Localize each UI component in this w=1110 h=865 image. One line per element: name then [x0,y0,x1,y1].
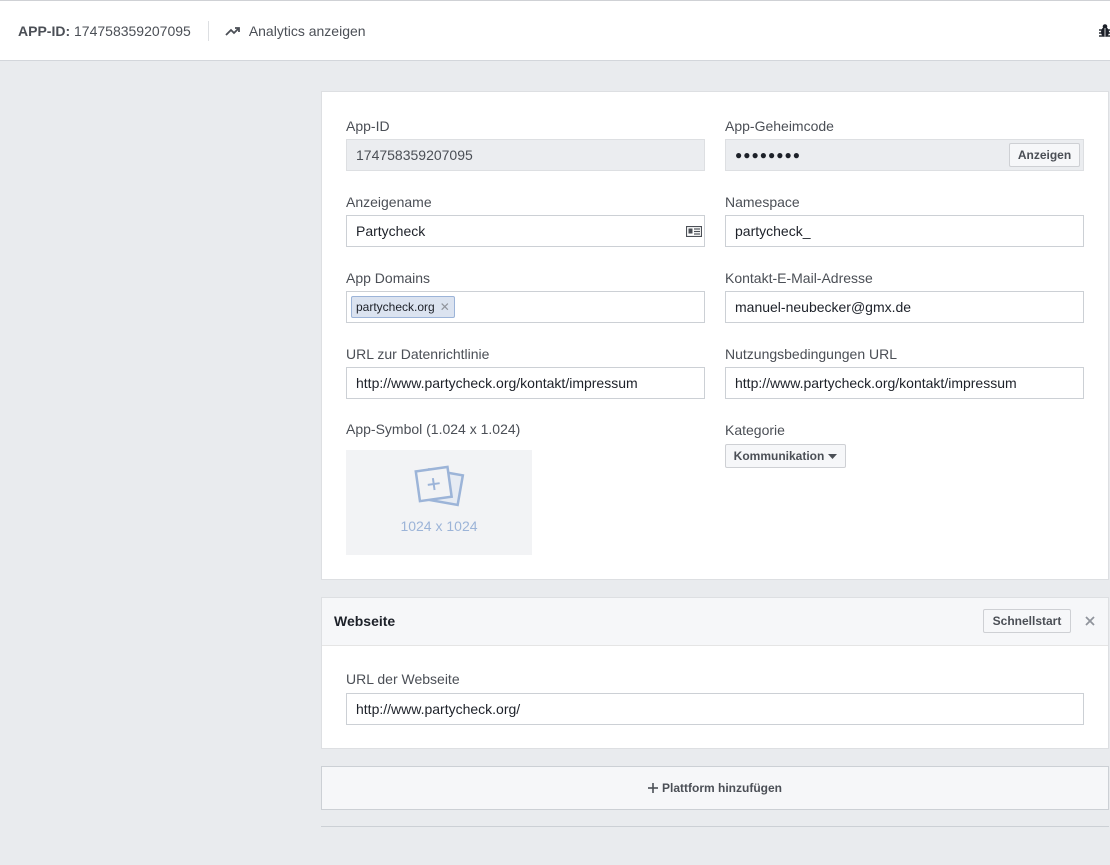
header-divider [207,20,209,41]
add-platform-button[interactable]: Plattform hinzufügen [321,766,1109,810]
display-name-value: Partycheck [356,223,426,239]
contact-email-value: manuel-neubecker@gmx.de [735,299,912,315]
trend-up-icon [225,26,240,36]
category-value: Kommunikation [733,449,825,463]
app-id-header-value: 174758359207095 [74,22,191,39]
website-url-label: URL der Webseite [346,671,460,687]
app-id-header-label: APP-ID: [18,22,71,39]
plus-icon [648,783,658,793]
app-icon-upload[interactable]: 1024 x 1024 [346,450,532,555]
terms-url-value: http://www.partycheck.org/kontakt/impres… [735,375,1017,391]
remove-tag-icon[interactable]: ✕ [440,300,450,314]
app-domains-label: App Domains [346,270,431,286]
app-icon-label: App-Symbol (1.024 x 1.024) [346,421,521,437]
website-card-title: Webseite [334,613,396,629]
show-secret-button[interactable]: Anzeigen [1009,143,1080,167]
quickstart-button[interactable]: Schnellstart [983,609,1071,633]
app-secret-label: App-Geheimcode [725,118,834,134]
analytics-label: Analytics anzeigen [248,22,366,39]
terms-url-input[interactable]: http://www.partycheck.org/kontakt/impres… [725,367,1084,399]
app-secret-value: ●●●●●●●● [735,148,801,162]
namespace-label: Namespace [725,194,800,210]
website-url-value: http://www.partycheck.org/ [356,701,521,717]
app-id-label: App-ID [346,118,390,134]
app-id-field: 174758359207095 [346,139,705,171]
app-id-header: APP-ID: 174758359207095 [18,23,191,39]
domain-tag: partycheck.org ✕ [351,296,455,318]
privacy-url-input[interactable]: http://www.partycheck.org/kontakt/impres… [346,367,705,399]
website-card-header: Webseite Schnellstart [322,598,1108,646]
app-domains-input[interactable]: partycheck.org ✕ [346,291,705,323]
analytics-link[interactable]: Analytics anzeigen [225,23,366,39]
top-bar: APP-ID: 174758359207095 Analytics anzeig… [0,0,1110,61]
namespace-input[interactable]: partycheck_ [725,215,1084,247]
icon-size-placeholder: 1024 x 1024 [400,518,478,534]
basic-settings-card: App-ID 174758359207095 App-Geheimcode ●●… [321,91,1109,580]
display-name-input[interactable]: Partycheck [346,215,705,247]
namespace-value: partycheck_ [735,223,811,239]
close-icon[interactable] [1085,616,1095,626]
display-name-label: Anzeigename [346,194,432,210]
contact-email-label: Kontakt-E-Mail-Adresse [725,270,873,286]
caret-down-icon [828,453,838,459]
add-photo-icon [414,465,465,507]
privacy-url-value: http://www.partycheck.org/kontakt/impres… [356,375,638,391]
website-url-input[interactable]: http://www.partycheck.org/ [346,693,1084,725]
contact-email-input[interactable]: manuel-neubecker@gmx.de [725,291,1084,323]
category-label: Kategorie [725,422,785,438]
domain-tag-label: partycheck.org [356,300,435,314]
privacy-url-label: URL zur Datenrichtlinie [346,346,490,362]
bottom-divider [321,826,1109,827]
contact-card-icon [686,226,702,237]
website-platform-card: Webseite Schnellstart URL der Webseite h… [321,597,1109,749]
terms-url-label: Nutzungsbedingungen URL [725,346,898,362]
bug-icon[interactable] [1098,23,1110,39]
app-id-value: 174758359207095 [356,147,473,163]
category-dropdown[interactable]: Kommunikation [725,444,846,468]
add-platform-label: Plattform hinzufügen [662,781,782,795]
